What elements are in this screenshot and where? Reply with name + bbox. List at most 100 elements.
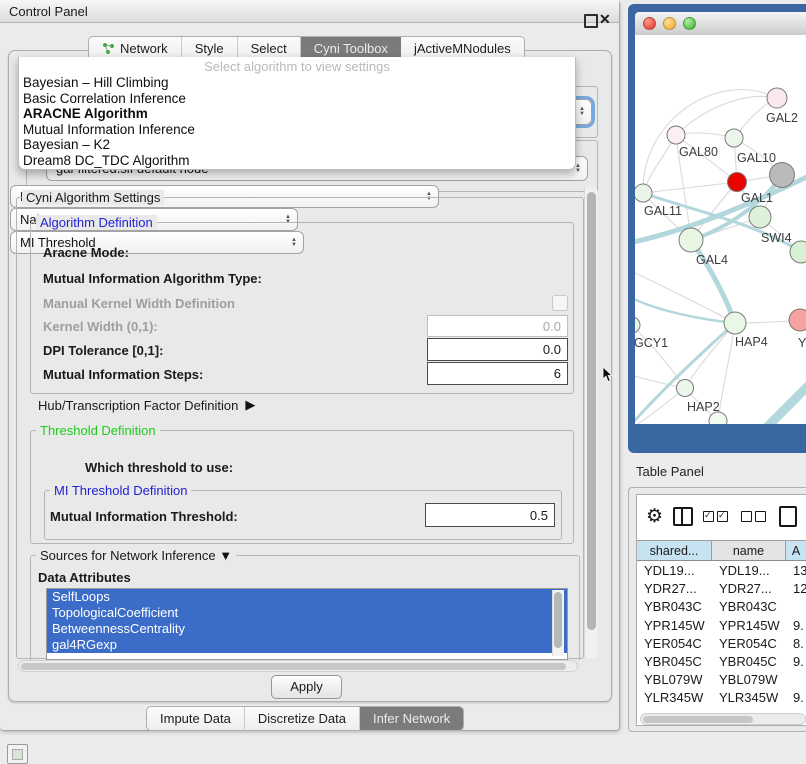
- tab-infer-network[interactable]: Infer Network: [360, 707, 463, 730]
- sources-legend[interactable]: Sources for Network Inference ▼: [36, 548, 236, 563]
- deselect-all-rows-icon[interactable]: [741, 511, 769, 522]
- network-node[interactable]: [767, 88, 787, 108]
- table-cell[interactable]: 13: [786, 562, 806, 580]
- network-edge: [643, 90, 777, 193]
- table-row[interactable]: YBR045CYBR045C9.: [637, 653, 806, 671]
- apply-button[interactable]: Apply: [271, 675, 342, 699]
- table-row[interactable]: YIL052CYIL052C9: [637, 708, 806, 713]
- table-cell[interactable]: YBR043C: [637, 598, 712, 616]
- mi-threshold-field[interactable]: 0.5: [425, 503, 555, 527]
- manual-kernel-width-checkbox: [552, 295, 568, 311]
- table-cell[interactable]: YLR345W: [637, 689, 712, 707]
- network-node[interactable]: [679, 228, 703, 252]
- table-row[interactable]: YDL19...YDL19...13: [637, 562, 806, 580]
- table-cell[interactable]: 9.: [786, 653, 806, 671]
- attribute-item[interactable]: TopologicalCoefficient: [47, 605, 567, 621]
- column-header-shared-name[interactable]: shared...: [637, 540, 712, 561]
- table-cell[interactable]: YIL052C: [637, 708, 712, 713]
- table-row[interactable]: YBL079WYBL079W: [637, 671, 806, 689]
- algorithm-item[interactable]: ARACNE Algorithm: [23, 106, 148, 122]
- table-cell[interactable]: YDL19...: [637, 562, 712, 580]
- algorithm-item[interactable]: Bayesian – Hill Climbing: [23, 75, 169, 91]
- table-cell[interactable]: [786, 671, 806, 689]
- table-cell[interactable]: YBR043C: [712, 598, 786, 616]
- table-cell[interactable]: 9: [786, 708, 806, 713]
- close-icon[interactable]: ✕: [599, 11, 611, 28]
- table-cell[interactable]: YER054C: [712, 635, 786, 653]
- network-node[interactable]: [725, 129, 743, 147]
- attribute-item[interactable]: BetweennessCentrality: [47, 621, 567, 637]
- column-header-name[interactable]: name: [712, 540, 786, 561]
- mi-steps-field[interactable]: 6: [427, 362, 568, 385]
- table-row[interactable]: YER054CYER054C8.: [637, 635, 806, 653]
- table-cell[interactable]: YBR045C: [637, 653, 712, 671]
- table-cell[interactable]: YIL052C: [712, 708, 786, 713]
- attributes-list-scrollbar[interactable]: [552, 590, 564, 656]
- table-cell[interactable]: YER054C: [637, 635, 712, 653]
- algorithm-item[interactable]: Bayesian – K2: [23, 137, 110, 153]
- minimized-panel-icon[interactable]: [7, 744, 28, 764]
- mi-steps-label: Mutual Information Steps:: [43, 367, 203, 382]
- minimize-traffic-light-icon[interactable]: [663, 17, 676, 30]
- table-cell[interactable]: 8.: [786, 635, 806, 653]
- dpi-tolerance-field[interactable]: 0.0: [427, 338, 568, 361]
- algorithm-item[interactable]: Mutual Information Inference: [23, 122, 195, 138]
- network-node-label: GAL80: [679, 145, 718, 159]
- table-cell[interactable]: YBL079W: [712, 671, 786, 689]
- network-node-label: GCY1: [635, 336, 668, 350]
- gear-icon[interactable]: ⚙: [646, 505, 663, 528]
- table-cell[interactable]: 9.: [786, 689, 806, 707]
- float-window-icon[interactable]: [584, 14, 598, 28]
- expand-right-icon: ▶: [245, 397, 255, 413]
- export-table-icon[interactable]: [779, 506, 797, 527]
- table-row[interactable]: YLR345WYLR345W9.: [637, 689, 806, 707]
- table-cell[interactable]: YBL079W: [637, 671, 712, 689]
- combo-arrows-icon: ▲▼: [579, 107, 585, 117]
- network-node[interactable]: [770, 163, 795, 188]
- collapse-down-icon: ▼: [219, 548, 232, 563]
- table-cell[interactable]: YDL19...: [712, 562, 786, 580]
- network-edge: [643, 135, 676, 193]
- network-node-label: GAL2: [766, 111, 798, 125]
- network-node[interactable]: [789, 309, 806, 331]
- tab-impute-data[interactable]: Impute Data: [147, 707, 245, 730]
- close-traffic-light-icon[interactable]: [643, 17, 656, 30]
- network-canvas[interactable]: GAL2GAL80GAL10GAL1GAL11SWI4GAL4GCY1HAP4Y…: [635, 35, 806, 424]
- kernel-width-value: 0.0: [543, 319, 561, 334]
- table-cell[interactable]: YPR145W: [712, 617, 786, 635]
- settings-vertical-scrollbar[interactable]: [584, 188, 597, 658]
- table-cell[interactable]: [786, 598, 806, 616]
- attribute-item[interactable]: gal4RGexp: [47, 637, 567, 653]
- attribute-item[interactable]: SelfLoops: [47, 589, 567, 605]
- table-cell[interactable]: YPR145W: [637, 617, 712, 635]
- table-cell[interactable]: YDR27...: [712, 580, 786, 598]
- network-node[interactable]: [635, 184, 652, 202]
- table-row[interactable]: YBR043CYBR043C: [637, 598, 806, 616]
- table-cell[interactable]: 12: [786, 580, 806, 598]
- algorithm-item[interactable]: Dream8 DC_TDC Algorithm: [23, 153, 190, 169]
- network-node[interactable]: [749, 206, 771, 228]
- data-attributes-list[interactable]: SelfLoopsTopologicalCoefficientBetweenne…: [46, 588, 568, 660]
- select-all-rows-icon[interactable]: [703, 511, 731, 522]
- table-horizontal-scrollbar[interactable]: [640, 713, 806, 725]
- network-node[interactable]: [724, 312, 746, 334]
- settings-horizontal-scrollbar[interactable]: [18, 660, 578, 672]
- table-cell[interactable]: YLR345W: [712, 689, 786, 707]
- split-pane-icon[interactable]: [673, 507, 693, 526]
- table-cell[interactable]: YDR27...: [637, 580, 712, 598]
- tab-discretize-data-label: Discretize Data: [258, 707, 346, 730]
- table-row[interactable]: YDR27...YDR27...12: [637, 580, 806, 598]
- network-node[interactable]: [728, 173, 747, 192]
- cyni-bottom-tabs: Impute Data Discretize Data Infer Networ…: [146, 706, 464, 731]
- zoom-traffic-light-icon[interactable]: [683, 17, 696, 30]
- network-node[interactable]: [635, 317, 640, 333]
- tab-discretize-data[interactable]: Discretize Data: [245, 707, 360, 730]
- algorithm-item[interactable]: Basic Correlation Inference: [23, 91, 186, 107]
- network-node[interactable]: [667, 126, 685, 144]
- table-cell[interactable]: YBR045C: [712, 653, 786, 671]
- table-cell[interactable]: 9.: [786, 617, 806, 635]
- column-header-partial[interactable]: A: [786, 540, 806, 561]
- network-node[interactable]: [677, 380, 694, 397]
- table-row[interactable]: YPR145WYPR145W9.: [637, 617, 806, 635]
- hub-definition-expander[interactable]: Hub/Transcription Factor Definition ▶: [38, 397, 255, 413]
